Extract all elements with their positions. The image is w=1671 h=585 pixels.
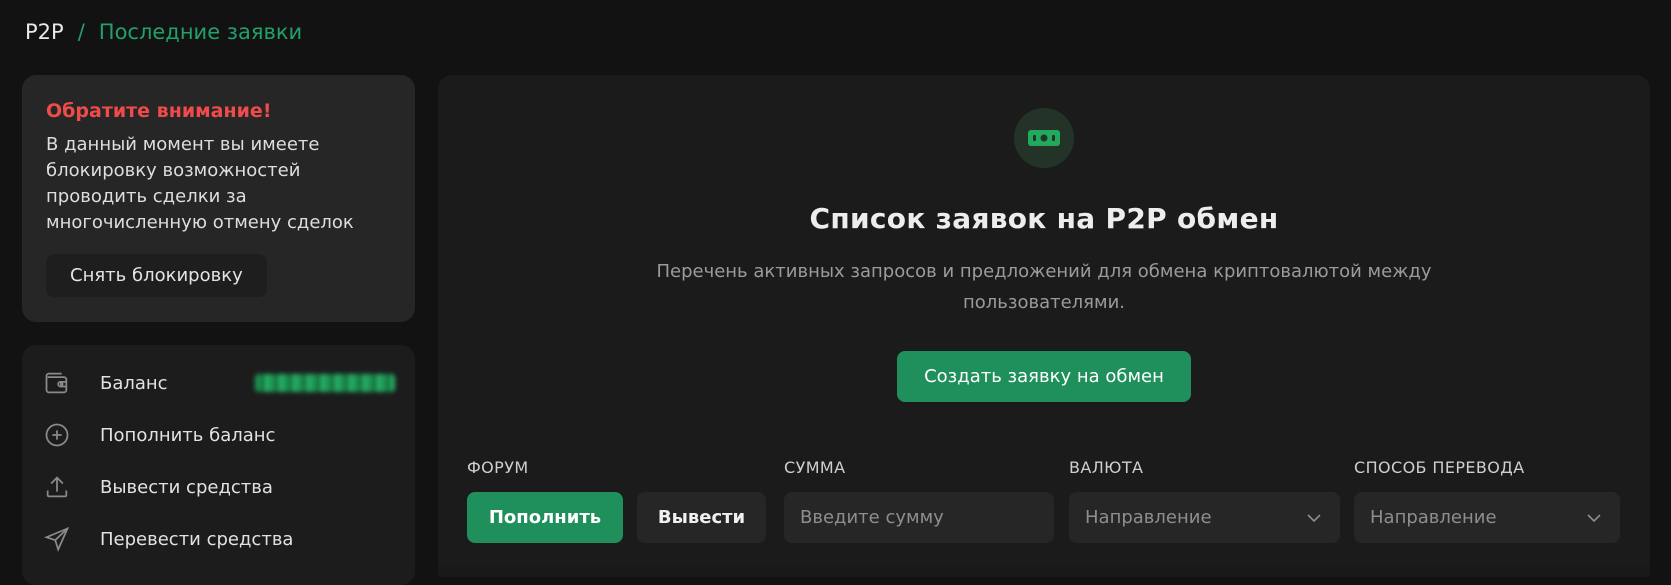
breadcrumb-root[interactable]: P2P [25, 20, 64, 44]
menu-item-balance[interactable]: Баланс [42, 357, 395, 409]
currency-select-value: Направление [1085, 507, 1212, 528]
send-icon [42, 524, 72, 554]
currency-label: ВАЛЮТА [1069, 458, 1144, 477]
page-title: Список заявок на P2P обмен [809, 202, 1279, 235]
balance-value-blurred [255, 374, 395, 392]
create-order-button[interactable]: Создать заявку на обмен [897, 351, 1191, 402]
forum-label: ФОРУМ [467, 458, 529, 477]
chevron-down-icon [1304, 508, 1324, 528]
menu-label-balance: Баланс [100, 372, 168, 394]
menu-item-deposit[interactable]: Пополнить баланс [42, 409, 395, 461]
notice-title: Обратите внимание! [46, 100, 272, 122]
plus-circle-icon [42, 420, 72, 450]
method-select-value: Направление [1370, 507, 1497, 528]
block-notice: Обратите внимание! В данный момент вы им… [22, 75, 415, 322]
wallet-icon [42, 368, 72, 398]
deposit-tab[interactable]: Пополнить [467, 492, 623, 543]
chevron-down-icon [1584, 508, 1604, 528]
withdraw-tab[interactable]: Вывести [637, 492, 766, 543]
menu-label-withdraw: Вывести средства [100, 476, 273, 498]
method-select[interactable]: Направление [1354, 492, 1620, 543]
menu-label-transfer: Перевести средства [100, 528, 294, 550]
menu-label-deposit: Пополнить баланс [100, 424, 276, 446]
method-label: СПОСОБ ПЕРЕВОДА [1354, 458, 1525, 477]
currency-select[interactable]: Направление [1069, 492, 1340, 543]
notice-text: В данный момент вы имеете блокировку воз… [46, 134, 354, 233]
remove-block-button[interactable]: Снять блокировку [46, 254, 267, 297]
breadcrumb-current: Последние заявки [98, 20, 303, 44]
money-icon [1014, 108, 1074, 168]
amount-field [784, 492, 1054, 543]
upload-icon [42, 472, 72, 502]
amount-input[interactable] [800, 507, 1038, 528]
breadcrumb-separator: / [77, 20, 85, 44]
amount-label: СУММА [784, 458, 846, 477]
list-divider [438, 567, 1650, 577]
account-menu: Баланс Пополнить баланс Вывести средства [22, 345, 415, 585]
breadcrumb: P2P / Последние заявки [25, 20, 302, 44]
p2p-orders-panel: Список заявок на P2P обмен Перечень акти… [438, 75, 1650, 577]
menu-item-withdraw[interactable]: Вывести средства [42, 461, 395, 513]
page-subtitle: Перечень активных запросов и предложений… [656, 261, 1432, 313]
menu-item-transfer[interactable]: Перевести средства [42, 513, 395, 565]
